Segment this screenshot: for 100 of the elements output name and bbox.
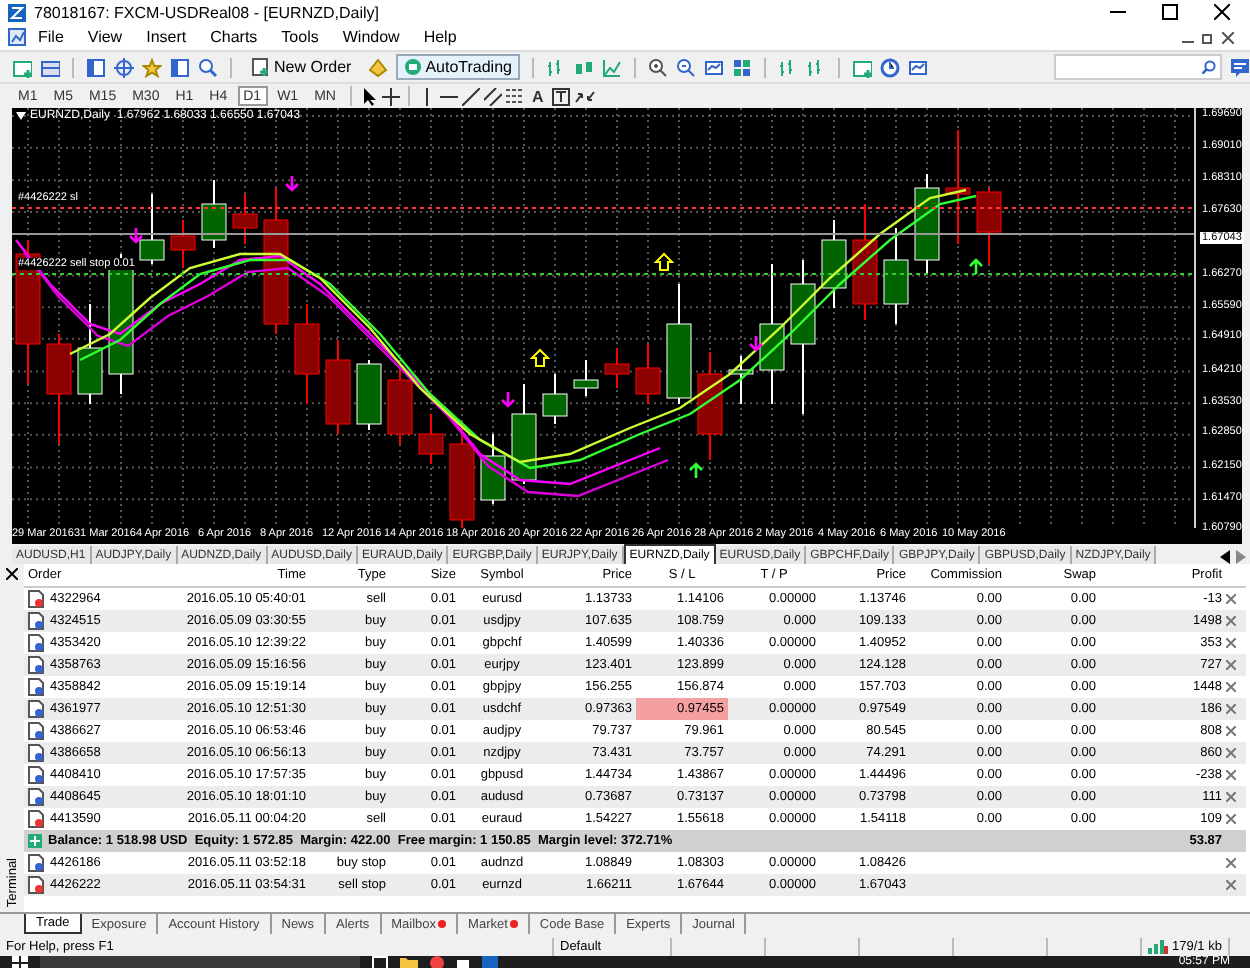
- candle: [325, 339, 351, 435]
- cursor-icon[interactable]: [359, 87, 378, 105]
- text-tool[interactable]: A: [527, 87, 548, 105]
- order-icon: [28, 656, 44, 674]
- up-arrow-marker: [653, 252, 675, 271]
- candle: [945, 129, 971, 245]
- order-icon: [28, 810, 44, 828]
- order-icon: [28, 700, 44, 718]
- up-arrow-marker: [529, 348, 551, 367]
- navigator-icon[interactable]: [114, 57, 134, 77]
- stop-loss-line[interactable]: [12, 207, 1197, 209]
- candle: [914, 173, 940, 275]
- order-icon: [28, 788, 44, 806]
- task-view-icon[interactable]: [372, 956, 388, 968]
- close-icon[interactable]: [1222, 31, 1234, 43]
- search-field[interactable]: [1054, 54, 1222, 80]
- scroll-left-icon[interactable]: [1220, 550, 1232, 564]
- up-arrow-marker: [968, 258, 984, 276]
- order-icon: [252, 58, 270, 76]
- bar-chart-icon[interactable]: [545, 57, 566, 77]
- editor-icon[interactable]: [367, 57, 388, 77]
- close-icon[interactable]: [6, 568, 18, 580]
- chart-window-icon: [8, 28, 26, 46]
- down-arrow-marker: [748, 334, 764, 352]
- order-icon: [28, 766, 44, 784]
- maximize-icon[interactable]: [1162, 4, 1178, 20]
- candle: [387, 367, 413, 445]
- candle: [480, 433, 506, 505]
- zoom-out-icon[interactable]: [675, 57, 696, 77]
- arrows-icon[interactable]: [573, 87, 596, 105]
- trendline-icon[interactable]: [461, 87, 480, 105]
- candle: [139, 193, 165, 265]
- menu-item[interactable]: View: [75, 28, 135, 46]
- candlestick-icon[interactable]: [573, 57, 594, 77]
- candle: [697, 351, 723, 461]
- channel-icon[interactable]: [483, 87, 502, 105]
- text-label-icon[interactable]: [551, 87, 570, 105]
- windows-icon[interactable]: [12, 956, 28, 968]
- window-icon[interactable]: [703, 57, 724, 77]
- robot-icon: [403, 58, 422, 76]
- market-watch-icon[interactable]: [86, 57, 106, 77]
- profiles-icon[interactable]: [40, 57, 60, 77]
- candle: [511, 383, 537, 485]
- fibonacci-icon[interactable]: [505, 87, 524, 105]
- menu-item[interactable]: Insert: [134, 28, 199, 46]
- chat-icon[interactable]: [1230, 57, 1250, 77]
- menu-item[interactable]: Window: [330, 28, 412, 46]
- candle: [759, 263, 785, 405]
- new-order-button[interactable]: New Order: [244, 54, 360, 80]
- crosshair-icon[interactable]: [381, 87, 400, 105]
- pending-order-line[interactable]: [12, 273, 1197, 275]
- candle: [232, 193, 258, 245]
- candle: [604, 347, 630, 389]
- window-title: 78018167: FXCM-USDReal08 - [EURNZD,Daily]: [34, 3, 381, 21]
- dropdown-icon[interactable]: [16, 112, 26, 120]
- tile-windows-icon[interactable]: [731, 57, 752, 77]
- candle: [542, 373, 568, 425]
- strategy-tester-icon[interactable]: [198, 57, 218, 77]
- candle: [821, 219, 847, 309]
- down-arrow-marker: [128, 226, 144, 244]
- candle: [852, 203, 878, 321]
- order-icon: [28, 854, 44, 872]
- menu-item[interactable]: Help: [411, 28, 469, 46]
- order-icon: [28, 612, 44, 630]
- up-arrow-marker: [688, 462, 704, 480]
- candle: [418, 413, 444, 465]
- candle: [666, 283, 692, 405]
- candle: [573, 359, 599, 397]
- menu-item[interactable]: Charts: [198, 28, 270, 46]
- search-icon: [1202, 60, 1216, 74]
- candle: [356, 359, 382, 431]
- candle: [201, 179, 227, 249]
- favorites-icon[interactable]: [142, 57, 162, 77]
- candle: [77, 303, 103, 405]
- order-icon: [28, 678, 44, 696]
- new-chart-icon[interactable]: [12, 57, 32, 77]
- terminal-icon[interactable]: [170, 57, 190, 77]
- order-icon: [28, 722, 44, 740]
- browser-icon[interactable]: [430, 956, 444, 968]
- candle: [976, 187, 1002, 265]
- periods-icon[interactable]: [879, 57, 900, 77]
- menu-item[interactable]: Tools: [269, 28, 331, 46]
- close-icon[interactable]: [1214, 4, 1230, 20]
- autotrading-button[interactable]: AutoTrading: [395, 54, 520, 80]
- candle: [449, 423, 475, 528]
- restore-icon[interactable]: [1202, 31, 1214, 43]
- candle: [883, 227, 909, 325]
- connection-icon: [1148, 939, 1168, 953]
- down-arrow-marker: [500, 390, 516, 408]
- candle: [635, 343, 661, 405]
- zoom-in-icon[interactable]: [647, 57, 668, 77]
- candle: [294, 303, 320, 405]
- order-icon: [28, 634, 44, 652]
- order-icon: [28, 876, 44, 894]
- candle: [46, 333, 72, 445]
- down-arrow-marker: [284, 174, 300, 192]
- plus-icon: [28, 834, 42, 848]
- menu-item[interactable]: File: [26, 28, 76, 46]
- taskbar-search-field[interactable]: [40, 956, 360, 968]
- line-chart-icon[interactable]: [601, 57, 622, 77]
